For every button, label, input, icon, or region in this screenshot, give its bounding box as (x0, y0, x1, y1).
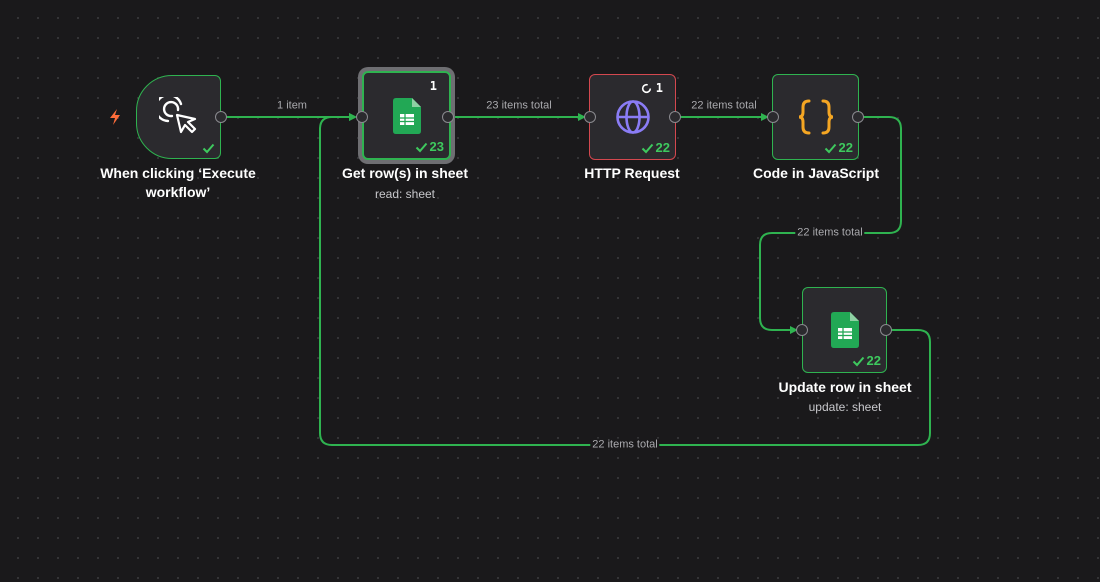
input-handle-get-rows[interactable] (356, 111, 368, 123)
check-icon (202, 143, 215, 154)
item-count: 23 (429, 139, 444, 154)
edge-label-update-row-to-get-rows: 22 items total (590, 438, 660, 452)
node-title-http-request: HTTP Request (584, 165, 680, 181)
output-handle-get-rows[interactable] (442, 111, 454, 123)
item-count: 22 (866, 353, 881, 368)
edge-label-code-to-update-row: 22 items total (795, 226, 865, 240)
success-status: 22 (824, 141, 853, 155)
node-code-javascript[interactable]: 22 (772, 74, 859, 160)
check-icon (415, 142, 427, 152)
input-handle-code[interactable] (767, 111, 779, 123)
node-subtitle-get-rows: read: sheet (374, 187, 436, 201)
check-icon (852, 356, 864, 366)
edge-label-http-to-code: 22 items total (689, 99, 759, 113)
node-update-row[interactable]: 22 (802, 287, 887, 373)
output-handle-update-row[interactable] (880, 324, 892, 336)
edge-label-get-rows-to-http: 23 items total (484, 99, 554, 113)
node-title-update-row: Update row in sheet (778, 379, 912, 395)
workflow-canvas[interactable]: 1 item 23 items total 22 items total 22 … (0, 0, 1100, 582)
output-handle-code[interactable] (852, 111, 864, 123)
item-count: 22 (838, 140, 853, 155)
success-status: 22 (641, 141, 670, 155)
node-subtitle-update-row: update: sheet (808, 400, 882, 414)
success-status: 23 (415, 140, 444, 154)
google-sheets-icon (830, 312, 859, 348)
badge-count: 1 (429, 79, 437, 93)
google-sheets-icon (392, 97, 421, 134)
item-count: 22 (655, 140, 670, 155)
badge-count: 1 (655, 81, 663, 95)
output-handle-http-request[interactable] (669, 111, 681, 123)
node-trigger[interactable] (136, 75, 221, 159)
pinned-badge: 1 (430, 79, 437, 93)
input-handle-update-row[interactable] (796, 324, 808, 336)
code-braces-icon (796, 98, 836, 136)
run-badge: 1 (641, 81, 663, 95)
node-get-rows[interactable]: 1 23 (362, 71, 451, 160)
node-title-get-rows: Get row(s) in sheet (341, 165, 469, 181)
globe-icon (614, 98, 652, 136)
check-icon (641, 143, 653, 153)
node-http-request[interactable]: 1 22 (589, 74, 676, 160)
success-status: 22 (852, 354, 881, 368)
edge-label-trigger-to-get-rows: 1 item (275, 99, 309, 113)
refresh-icon (641, 83, 651, 93)
output-handle-trigger[interactable] (215, 111, 227, 123)
lightning-bolt-icon (110, 109, 120, 125)
node-title-trigger: When clicking ‘Execute workflow’ (100, 165, 256, 200)
input-handle-http-request[interactable] (584, 111, 596, 123)
check-icon (824, 143, 836, 153)
cursor-click-icon (158, 97, 199, 137)
success-status (202, 143, 215, 154)
node-title-code: Code in JavaScript (752, 165, 880, 181)
